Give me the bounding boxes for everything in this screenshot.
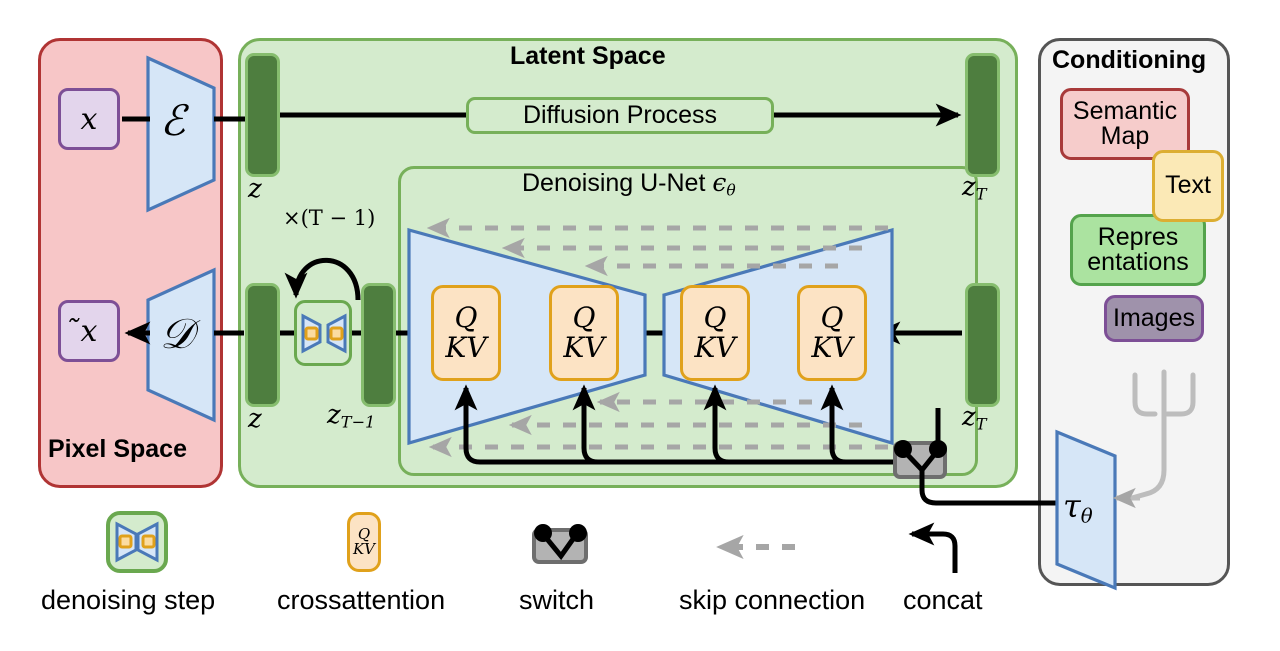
legend-switch-glyph: [532, 524, 588, 564]
qkv-q-4: Q: [820, 301, 844, 334]
crossattention-block-2: Q KV: [549, 285, 619, 381]
qkv-q-2: Q: [572, 301, 596, 334]
latent-space-title: Latent Space: [510, 42, 666, 70]
output-image-x-tilde: ̃x: [58, 300, 120, 362]
legend-label-concat: concat: [903, 585, 983, 615]
conditioning-tag-images: Images: [1104, 295, 1204, 342]
qkv-kv-1: KV: [445, 331, 487, 364]
label-z-bottom: z: [248, 404, 262, 434]
diagram-canvas: Latent Space Pixel Space Conditioning De…: [0, 0, 1280, 651]
qkv-q-1: Q: [454, 301, 478, 334]
tau-encoder-label: τθ: [1063, 487, 1093, 528]
legend-concat-arrow: [908, 522, 958, 573]
unet-title-text: Denoising U-Net: [522, 169, 706, 197]
legend-qkv-kv: KV: [352, 540, 376, 558]
label-zTm1: zT−1: [327, 400, 376, 432]
latent-bar-zT-top: [965, 53, 1000, 177]
conditioning-title: Conditioning: [1052, 46, 1207, 74]
legend-label-crossattention: crossattention: [277, 585, 446, 615]
label-zT-top: zT: [962, 172, 987, 204]
denoising-step-icon: [294, 300, 352, 366]
legend-crossattention-box: Q KV: [347, 512, 381, 572]
latent-bar-zTm1: [361, 283, 396, 407]
latent-bar-z-bottom: [245, 283, 280, 407]
label-zT-bottom: zT: [962, 402, 987, 434]
unet-theta-subscript: θ: [726, 181, 736, 200]
crossattention-block-4: Q KV: [797, 285, 867, 381]
label-z-top: z: [248, 174, 262, 204]
diffusion-process-pill: Diffusion Process: [466, 97, 774, 134]
crossattention-block-3: Q KV: [680, 285, 750, 381]
unet-epsilon-symbol: ϵ: [712, 168, 727, 197]
encoder-symbol: ℰ: [160, 96, 186, 145]
qkv-kv-4: KV: [811, 331, 853, 364]
loop-count-label: ×(T − 1): [283, 206, 376, 230]
decoder-symbol: 𝒟: [160, 309, 194, 358]
conditioning-tag-text: Text: [1152, 150, 1224, 222]
legend-label-denoising-step: denoising step: [41, 585, 216, 615]
latent-bar-zT-bottom: [965, 283, 1000, 407]
loop-arrow: [284, 257, 361, 301]
legend-label-switch: switch: [519, 585, 595, 615]
latent-bar-z-top: [245, 53, 280, 177]
conditioning-tag-representations: Repres entations: [1070, 214, 1206, 286]
qkv-kv-3: KV: [694, 331, 736, 364]
legend-label-skip-connection: skip connection: [679, 585, 866, 615]
denoising-unet-title: Denoising U-Net ϵθ: [522, 168, 736, 199]
pixel-space-title: Pixel Space: [48, 435, 187, 463]
crossattention-block-1: Q KV: [431, 285, 501, 381]
qkv-kv-2: KV: [563, 331, 605, 364]
input-image-x: x: [58, 88, 120, 150]
qkv-q-3: Q: [703, 301, 727, 334]
